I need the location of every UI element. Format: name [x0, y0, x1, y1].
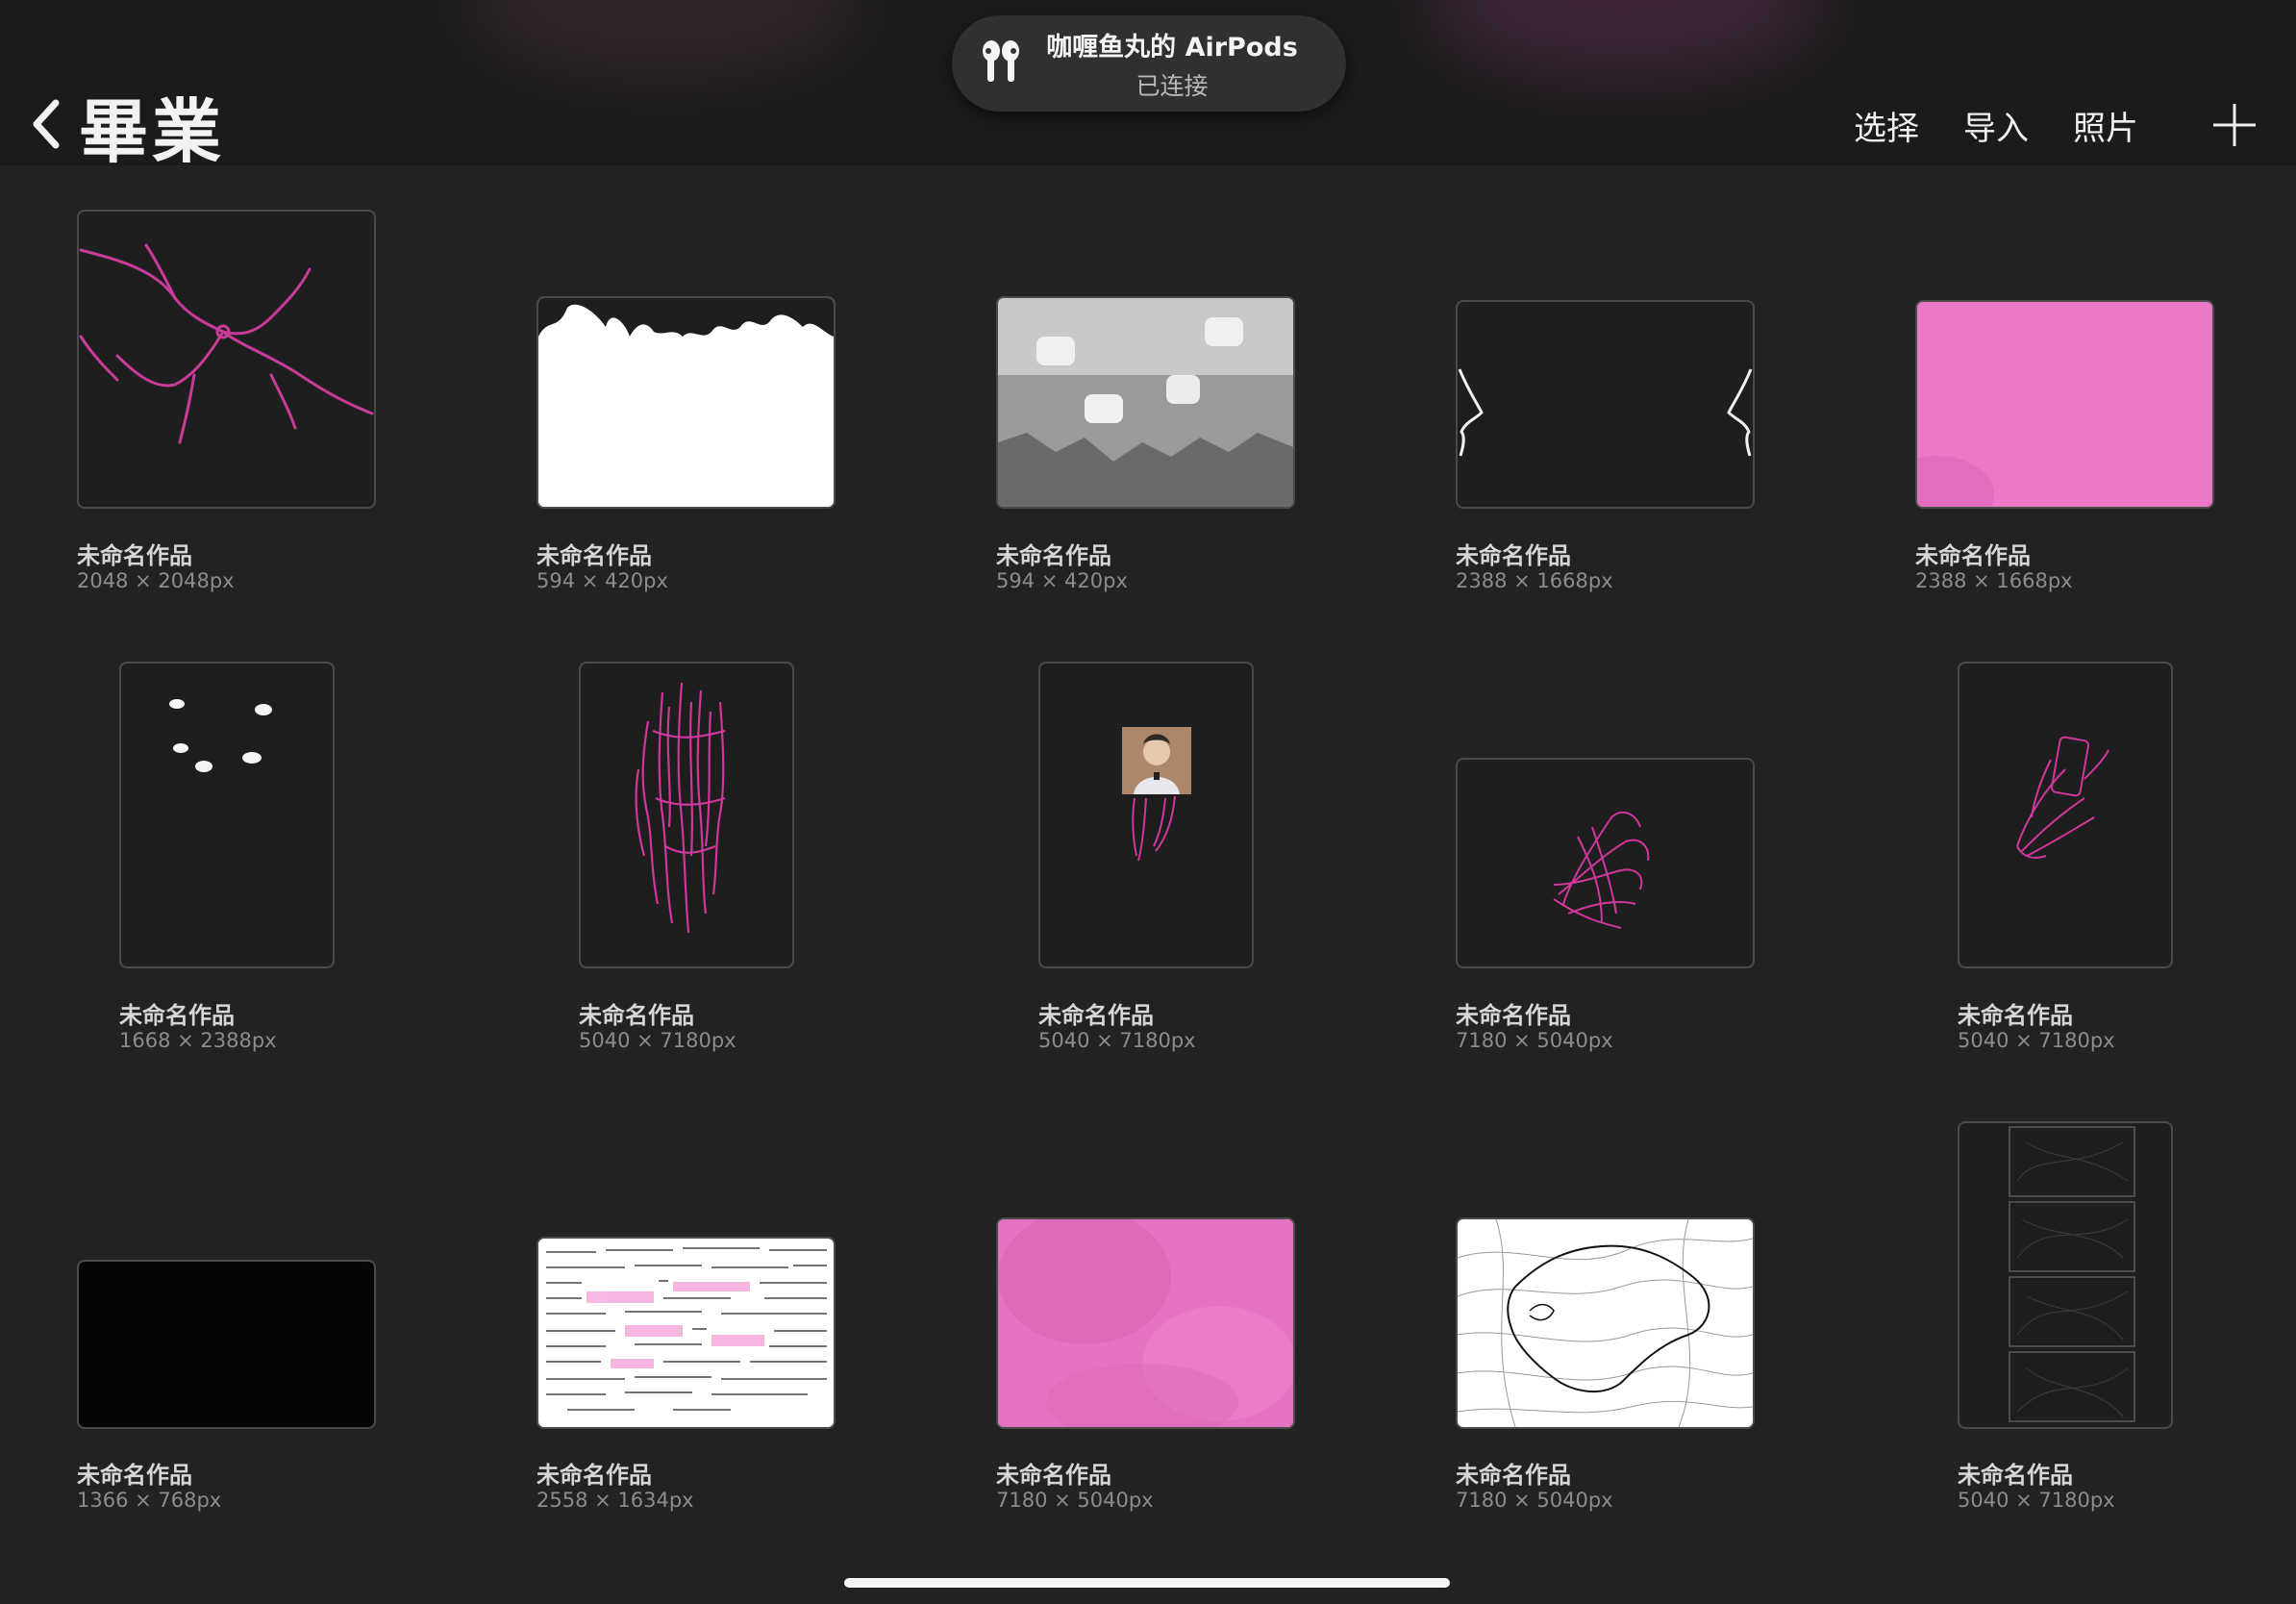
artwork-size: 5040 × 7180px — [1038, 1029, 1196, 1052]
artwork-thumbnail[interactable] — [1456, 300, 1755, 509]
artwork-size: 2048 × 2048px — [77, 569, 235, 592]
artwork-thumbnail[interactable] — [1958, 662, 2173, 968]
artwork-size: 7180 × 5040px — [1456, 1489, 1613, 1512]
chevron-left-icon — [27, 95, 65, 157]
line-drawing-art — [1458, 1219, 1753, 1427]
artwork-name: 未命名作品 — [996, 542, 1111, 569]
artwork-name: 未命名作品 — [1958, 1002, 2073, 1029]
artwork-thumbnail[interactable] — [77, 210, 376, 509]
artwork-thumbnail[interactable] — [1958, 1121, 2173, 1429]
artwork-size: 5040 × 7180px — [1958, 1489, 2115, 1512]
artwork-size: 2388 × 1668px — [1915, 569, 2073, 592]
artwork-thumbnail[interactable] — [996, 296, 1295, 509]
artwork-size: 1668 × 2388px — [119, 1029, 277, 1052]
artwork-name: 未命名作品 — [579, 1002, 694, 1029]
artwork-name: 未命名作品 — [77, 542, 192, 569]
artwork-thumbnail[interactable] — [579, 662, 794, 968]
artwork-name: 未命名作品 — [996, 1462, 1111, 1489]
hand-sketch-art — [635, 682, 726, 934]
artwork-name: 未命名作品 — [1958, 1462, 2073, 1489]
import-button[interactable]: 导入 — [1963, 102, 2029, 149]
artwork-thumbnail[interactable] — [1456, 758, 1755, 968]
artwork-size: 2388 × 1668px — [1456, 569, 1613, 592]
pink-canvas-art — [1917, 302, 2212, 507]
hand-sketch-art — [1553, 811, 1650, 929]
artwork-size: 594 × 420px — [996, 569, 1128, 592]
photo-with-hand-art — [1122, 727, 1191, 862]
background-glow — [1423, 0, 1827, 77]
airpods-connected-banner[interactable]: 咖喱鱼丸的 AirPods 已连接 — [952, 15, 1346, 112]
artwork-name: 未命名作品 — [537, 542, 652, 569]
artwork-thumbnail[interactable] — [1038, 662, 1254, 968]
plus-icon[interactable] — [2206, 96, 2263, 154]
artwork-name: 未命名作品 — [119, 1002, 235, 1029]
branch-sketch-art — [79, 243, 374, 444]
back-button[interactable]: 畢業 — [27, 75, 225, 176]
profile-outline-art — [1458, 368, 1753, 457]
artwork-name: 未命名作品 — [1915, 542, 2031, 569]
artwork-name: 未命名作品 — [1456, 1462, 1571, 1489]
artwork-name: 未命名作品 — [1038, 1002, 1154, 1029]
artwork-thumbnail[interactable] — [537, 296, 836, 509]
artwork-size: 7180 × 5040px — [996, 1489, 1154, 1512]
artwork-size: 594 × 420px — [537, 569, 668, 592]
page-title: 畢業 — [79, 91, 226, 172]
grayscale-painting-art — [998, 298, 1293, 507]
artwork-name: 未命名作品 — [1456, 1002, 1571, 1029]
artwork-thumbnail[interactable] — [119, 662, 335, 968]
airpods-icon — [952, 36, 1027, 91]
photos-button[interactable]: 照片 — [2073, 102, 2138, 149]
background-glow — [462, 0, 865, 77]
white-dots-art — [169, 699, 272, 772]
artwork-thumbnail[interactable] — [77, 1260, 376, 1429]
artwork-thumbnail[interactable] — [1915, 300, 2214, 509]
storyboard-panels-art — [2009, 1126, 2135, 1422]
hand-phone-sketch-art — [2016, 736, 2109, 859]
handwritten-notes-art — [546, 1247, 827, 1411]
device-name: 咖喱鱼丸的 AirPods — [1046, 32, 1298, 63]
artwork-size: 7180 × 5040px — [1456, 1029, 1613, 1052]
artwork-thumbnail[interactable] — [996, 1217, 1295, 1429]
artwork-name: 未命名作品 — [77, 1462, 192, 1489]
select-button[interactable]: 选择 — [1854, 102, 1919, 149]
silhouette-art — [538, 298, 834, 337]
artwork-size: 5040 × 7180px — [579, 1029, 736, 1052]
artwork-size: 1366 × 768px — [77, 1489, 222, 1512]
artwork-name: 未命名作品 — [537, 1462, 652, 1489]
artwork-name: 未命名作品 — [1456, 542, 1571, 569]
toolbar-actions: 选择 导入 照片 — [1854, 96, 2296, 154]
pink-texture-art — [998, 1219, 1293, 1427]
artwork-thumbnail[interactable] — [1456, 1217, 1755, 1429]
artwork-size: 5040 × 7180px — [1958, 1029, 2115, 1052]
artwork-thumbnail[interactable] — [537, 1237, 836, 1429]
artwork-size: 2558 × 1634px — [537, 1489, 694, 1512]
connection-status: 已连接 — [1136, 71, 1209, 100]
home-indicator[interactable] — [844, 1578, 1450, 1588]
